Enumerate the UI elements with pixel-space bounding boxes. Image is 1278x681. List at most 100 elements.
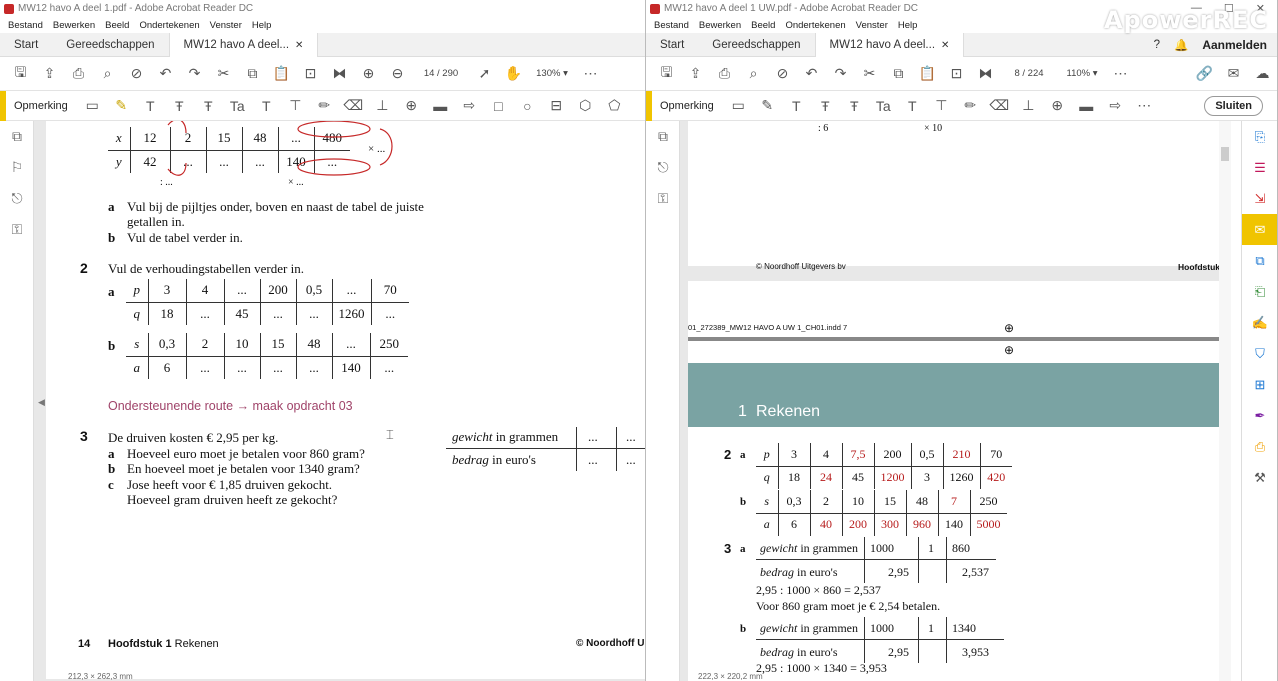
- scrollbar-thumb[interactable]: [1221, 147, 1229, 161]
- paste-icon[interactable]: 📋: [913, 61, 942, 87]
- menu-bestand[interactable]: Bestand: [8, 20, 43, 31]
- line-icon[interactable]: ▬: [1072, 98, 1101, 114]
- zoom-select[interactable]: 130% ▾: [528, 68, 576, 79]
- comment-tool-icon[interactable]: ✉: [1242, 214, 1277, 245]
- rectangle-icon[interactable]: □: [484, 98, 513, 114]
- export-pdf-icon[interactable]: ⇲: [1242, 183, 1277, 214]
- textbox-icon[interactable]: ⊤: [281, 97, 310, 114]
- text-insert-icon[interactable]: Ta: [223, 98, 252, 114]
- menu-help[interactable]: Help: [898, 20, 918, 31]
- text-underline-icon[interactable]: T: [136, 98, 165, 114]
- share-link-icon[interactable]: 🔗: [1190, 61, 1219, 87]
- text-icon[interactable]: T: [252, 98, 281, 114]
- menu-venster[interactable]: Venster: [856, 20, 888, 31]
- upload-icon[interactable]: ⇪: [681, 61, 710, 87]
- enhance-scan-icon[interactable]: ⊞: [1242, 369, 1277, 400]
- close-comment-button[interactable]: Sluiten: [1204, 95, 1263, 116]
- more-tools-icon[interactable]: ⋯: [1130, 97, 1159, 114]
- organize-pages-icon[interactable]: ☰: [1242, 152, 1277, 183]
- replace-text-icon[interactable]: Ŧ: [840, 98, 869, 114]
- line-icon[interactable]: ▬: [426, 98, 455, 114]
- comment-icon[interactable]: ▭: [78, 97, 107, 114]
- collapse-left-icon[interactable]: ◀: [38, 397, 45, 408]
- text-insert-icon[interactable]: Ta: [869, 98, 898, 114]
- strikethrough-icon[interactable]: Ŧ: [811, 98, 840, 114]
- security-icon[interactable]: ⚿: [646, 183, 680, 214]
- comment-icon[interactable]: ▭: [724, 97, 753, 114]
- more-options-icon[interactable]: ⋯: [576, 61, 605, 87]
- attachment-icon[interactable]: ⎋: [0, 183, 34, 214]
- attachment-icon[interactable]: ⎋: [646, 152, 680, 183]
- snapshot-icon[interactable]: ⊡: [296, 61, 325, 87]
- tab-start[interactable]: Start: [0, 33, 52, 57]
- paste-icon[interactable]: 📋: [267, 61, 296, 87]
- menu-ondertekenen[interactable]: Ondertekenen: [139, 20, 199, 31]
- send-for-review-icon[interactable]: ⎙: [1242, 431, 1277, 462]
- page-current[interactable]: 14: [424, 68, 435, 79]
- redo-icon[interactable]: ↷: [826, 61, 855, 87]
- help-icon[interactable]: ?: [1154, 39, 1160, 51]
- print-icon[interactable]: ⎙: [64, 61, 93, 87]
- select-cursor-icon[interactable]: ➚: [470, 61, 499, 87]
- tab-tools[interactable]: Gereedschappen: [698, 33, 814, 57]
- page-indicator[interactable]: 14 / 290: [412, 68, 470, 79]
- close-tab-icon[interactable]: ✕: [295, 40, 303, 51]
- cloud-icon[interactable]: ⬠: [600, 97, 629, 114]
- attach-icon[interactable]: ⊕: [397, 97, 426, 114]
- search-icon[interactable]: ⌕: [93, 61, 122, 87]
- hand-tool-icon[interactable]: ✋: [499, 61, 528, 87]
- zoom-select[interactable]: 110% ▾: [1058, 68, 1106, 79]
- cut-icon[interactable]: ✂: [209, 61, 238, 87]
- sign-in-button[interactable]: Aanmelden: [1202, 38, 1267, 52]
- snapshot-icon[interactable]: ⊡: [942, 61, 971, 87]
- arrow-icon[interactable]: ⇨: [455, 97, 484, 114]
- attach-icon[interactable]: ⊕: [1043, 97, 1072, 114]
- signature-icon[interactable]: ✒: [1242, 400, 1277, 431]
- stamp-icon[interactable]: ⊥: [1014, 97, 1043, 114]
- polygon-icon[interactable]: ⬡: [571, 97, 600, 114]
- menu-ondertekenen[interactable]: Ondertekenen: [785, 20, 845, 31]
- textbox-icon[interactable]: ⊤: [927, 97, 956, 114]
- arrow-icon[interactable]: ⇨: [1101, 97, 1130, 114]
- copy-icon[interactable]: ⧉: [884, 61, 913, 87]
- menu-bewerken[interactable]: Bewerken: [699, 20, 741, 31]
- notification-bell-icon[interactable]: 🔔: [1174, 38, 1188, 52]
- binoculars-icon[interactable]: ⧓: [971, 61, 1000, 87]
- eraser-icon[interactable]: ⌫: [339, 97, 368, 114]
- copy-icon[interactable]: ⧉: [238, 61, 267, 87]
- undo-icon[interactable]: ↶: [151, 61, 180, 87]
- menu-help[interactable]: Help: [252, 20, 272, 31]
- more-tools-wrench-icon[interactable]: ⚒: [1242, 462, 1277, 493]
- redo-icon[interactable]: ↷: [180, 61, 209, 87]
- highlighter-icon[interactable]: ✎: [107, 97, 136, 114]
- pencil-icon[interactable]: ✏: [956, 97, 985, 114]
- binoculars-icon[interactable]: ⧓: [325, 61, 354, 87]
- scan-icon[interactable]: ⎗: [1242, 276, 1277, 307]
- security-icon[interactable]: ⚿: [0, 214, 34, 245]
- pencil-icon[interactable]: ✏: [310, 97, 339, 114]
- protect-shield-icon[interactable]: ⛉: [1242, 338, 1277, 369]
- upload-icon[interactable]: ⇪: [35, 61, 64, 87]
- vertical-scrollbar[interactable]: [1219, 121, 1231, 681]
- pages-thumbnail-icon[interactable]: ⧉: [646, 121, 680, 152]
- page-indicator[interactable]: 8 / 224: [1000, 68, 1058, 79]
- menu-bestand[interactable]: Bestand: [654, 20, 689, 31]
- email-icon[interactable]: ✉: [1219, 61, 1248, 87]
- pages-thumbnail-icon[interactable]: ⧉: [0, 121, 34, 152]
- page-current[interactable]: 8: [1014, 68, 1019, 79]
- text-underline-icon[interactable]: T: [782, 98, 811, 114]
- cloud-sync-icon[interactable]: ☁: [1248, 61, 1277, 87]
- replace-text-icon[interactable]: Ŧ: [194, 98, 223, 114]
- save-icon[interactable]: 🖫: [652, 61, 681, 87]
- combine-files-icon[interactable]: ⧉: [1242, 245, 1277, 276]
- save-icon[interactable]: 🖫: [6, 61, 35, 87]
- redact-icon[interactable]: ⊘: [122, 61, 151, 87]
- page-up-icon[interactable]: ⊕: [354, 61, 383, 87]
- search-icon[interactable]: ⌕: [739, 61, 768, 87]
- tab-start[interactable]: Start: [646, 33, 698, 57]
- stamp-icon[interactable]: ⊥: [368, 97, 397, 114]
- oval-icon[interactable]: ○: [513, 98, 542, 114]
- strikethrough-icon[interactable]: Ŧ: [165, 98, 194, 114]
- menu-beeld[interactable]: Beeld: [751, 20, 775, 31]
- tab-document[interactable]: MW12 havo A deel... ✕: [168, 32, 319, 57]
